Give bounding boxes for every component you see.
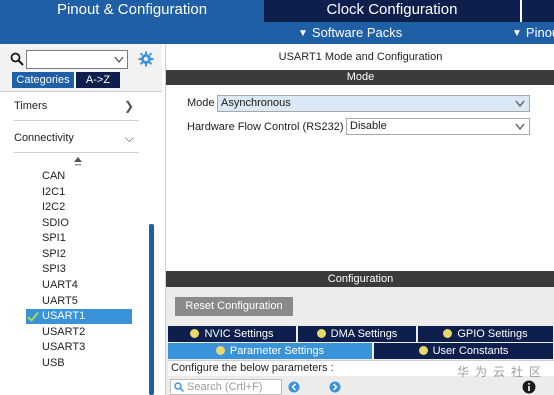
flow-control-value: Disable	[350, 120, 387, 132]
status-dot-icon	[418, 346, 428, 355]
menu-bar: ▼Software Packs ▼Pinout	[0, 22, 554, 44]
check-icon	[27, 311, 39, 322]
tab-dma-settings[interactable]: DMA Settings	[298, 326, 416, 342]
tab-user-constants[interactable]: User Constants	[374, 343, 553, 359]
top-tab-bar: Pinout & Configuration Clock Configurati…	[0, 0, 554, 22]
category-tree: Timers ❯ Connectivity ⌵ CAN I2C1 I2C2 SD…	[0, 91, 162, 395]
gear-icon[interactable]	[138, 51, 154, 67]
status-dot-icon	[443, 329, 453, 338]
chevron-down-icon[interactable]	[514, 120, 526, 133]
tab-parameter-settings-label: Parameter Settings	[229, 345, 325, 357]
chevron-down-icon[interactable]: ⌵	[125, 126, 134, 150]
group-connectivity[interactable]: Connectivity ⌵	[14, 126, 134, 150]
sort-icon[interactable]	[74, 157, 82, 167]
menu-software-packs[interactable]: ▼ Software Packs	[298, 22, 402, 44]
group-divider	[14, 120, 139, 121]
tab-pinout-configuration[interactable]: Pinout & Configuration	[0, 0, 264, 22]
tab-gpio-settings-label: GPIO Settings	[457, 328, 528, 340]
tab-separator	[520, 0, 522, 22]
configuration-section-header: Configuration	[166, 271, 554, 287]
chevron-down-icon: ▼	[512, 28, 522, 39]
tab-parameter-settings[interactable]: Parameter Settings	[168, 343, 372, 359]
left-panel: Categories A->Z Timers ❯ Connectivity ⌵ …	[0, 44, 162, 395]
tab-dma-settings-label: DMA Settings	[330, 328, 398, 340]
flow-control-select[interactable]: Disable	[346, 118, 530, 135]
watermark-text: 华为云社区	[457, 365, 548, 379]
list-item-spi2[interactable]: SPI2	[26, 247, 132, 262]
mode-select-value: Asynchronous	[221, 97, 291, 109]
left-scrollbar[interactable]	[149, 224, 154, 395]
tab-nvic-settings[interactable]: NVIC Settings	[168, 326, 296, 342]
list-item-usart3[interactable]: USART3	[26, 340, 132, 355]
group-divider	[14, 152, 139, 153]
flow-control-label: Hardware Flow Control (RS232)	[187, 121, 344, 133]
mode-label: Mode	[187, 97, 215, 109]
mode-select[interactable]: Asynchronous	[217, 95, 530, 112]
chevron-right-icon[interactable]: ❯	[124, 94, 134, 118]
menu-software-packs-label: Software Packs	[311, 25, 403, 40]
search-previous-icon[interactable]	[288, 381, 300, 393]
list-item-usart1[interactable]: USART1	[26, 309, 132, 324]
list-item-i2c1[interactable]: I2C1	[26, 185, 132, 200]
tab-user-constants-label: User Constants	[432, 345, 509, 357]
group-timers-label: Timers	[14, 100, 48, 112]
status-dot-icon	[190, 329, 200, 338]
group-timers[interactable]: Timers ❯	[14, 94, 134, 118]
tab-clock-configuration[interactable]: Clock Configuration	[266, 0, 518, 22]
status-dot-icon	[215, 346, 225, 355]
tab-nvic-settings-label: NVIC Settings	[204, 328, 274, 340]
reset-configuration-button[interactable]: Reset Configuration	[175, 297, 293, 316]
page-title: USART1 Mode and Configuration	[278, 51, 443, 63]
list-item-usb[interactable]: USB	[26, 356, 132, 371]
menu-pinout-label: Pinout	[525, 25, 554, 40]
chevron-down-icon[interactable]	[113, 52, 125, 67]
list-item-spi1[interactable]: SPI1	[26, 231, 132, 246]
tab-gpio-settings[interactable]: GPIO Settings	[418, 326, 553, 342]
category-search-row	[0, 48, 162, 70]
info-icon[interactable]	[522, 380, 536, 394]
list-item-spi3[interactable]: SPI3	[26, 262, 132, 277]
list-item-i2c2[interactable]: I2C2	[26, 200, 132, 215]
search-icon	[10, 52, 24, 66]
parameter-search-placeholder: Search (Crtl+F)	[187, 381, 263, 393]
list-item-sdio[interactable]: SDIO	[26, 216, 132, 231]
segment-a-to-z[interactable]: A->Z	[76, 72, 120, 88]
list-item-can[interactable]: CAN	[26, 169, 132, 184]
chevron-down-icon[interactable]	[514, 97, 526, 110]
parameter-search-input[interactable]: Search (Crtl+F)	[170, 379, 282, 395]
list-item-uart4[interactable]: UART4	[26, 278, 132, 293]
segment-categories[interactable]: Categories	[12, 72, 74, 88]
mode-section-header: Mode	[166, 70, 554, 85]
search-icon	[174, 382, 184, 392]
chevron-down-icon: ▼	[298, 28, 308, 39]
menu-pinout[interactable]: ▼Pinout	[512, 22, 554, 44]
group-connectivity-label: Connectivity	[14, 132, 74, 144]
list-item-usart2[interactable]: USART2	[26, 325, 132, 340]
main-panel: USART1 Mode and Configuration Mode Mode …	[165, 44, 554, 395]
list-item-uart5[interactable]: UART5	[26, 294, 132, 309]
status-dot-icon	[316, 329, 326, 338]
search-next-icon[interactable]	[329, 381, 341, 393]
configuration-area: Configuration Reset Configuration NVIC S…	[166, 271, 554, 395]
category-search-input[interactable]	[26, 50, 128, 69]
